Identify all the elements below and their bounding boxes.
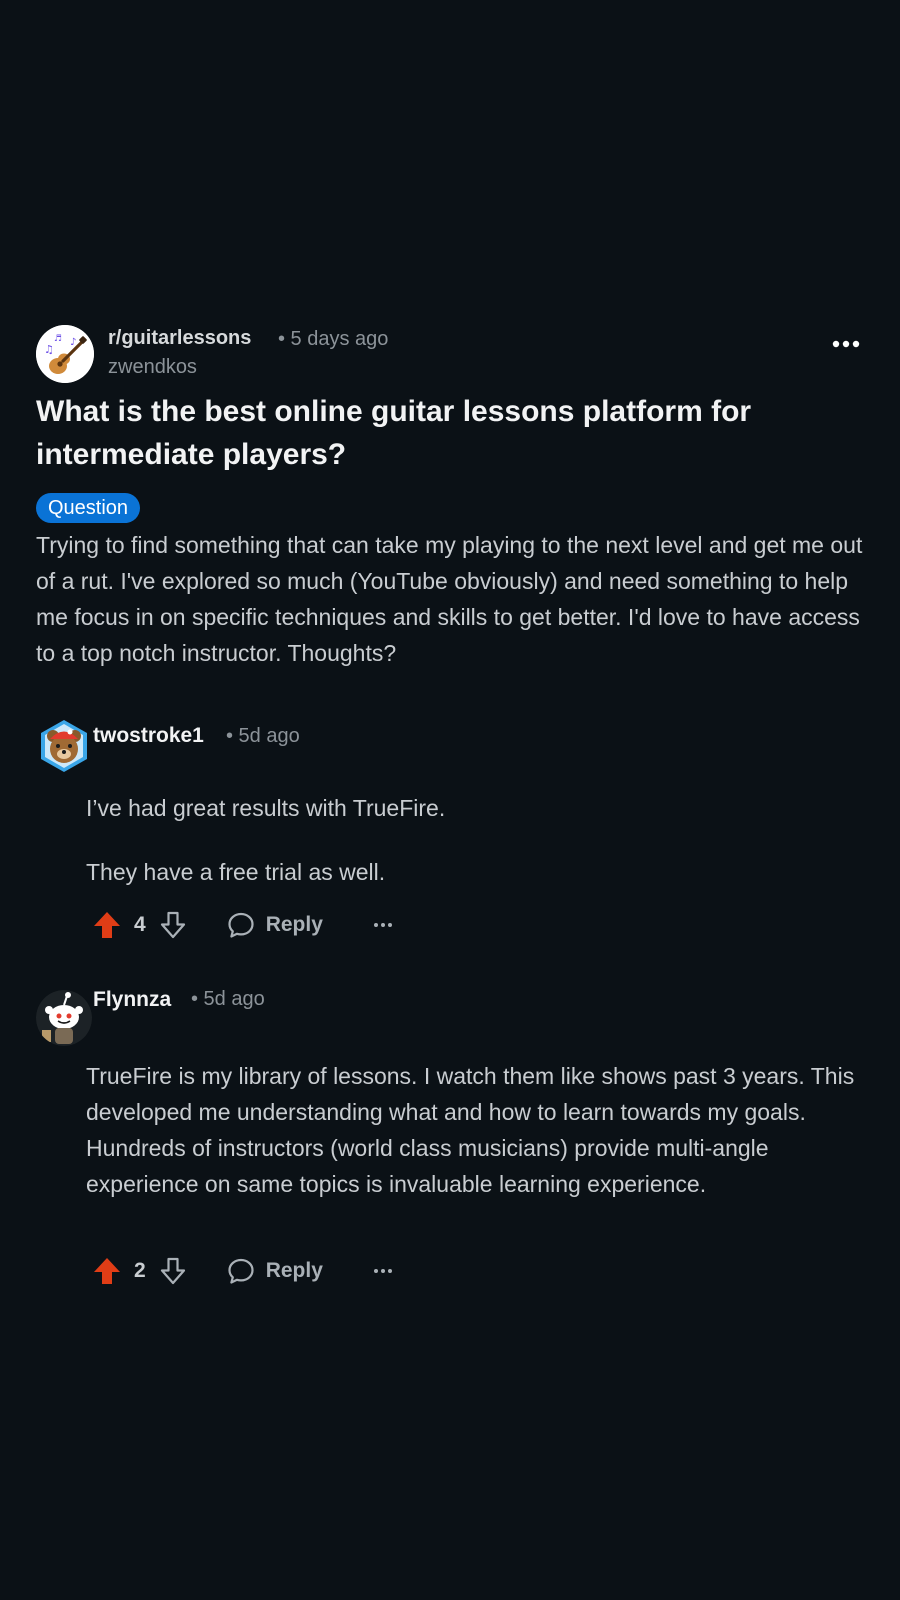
- ellipsis-icon: [373, 923, 392, 927]
- post-title[interactable]: What is the best online guitar lessons p…: [36, 390, 856, 476]
- upvote-button[interactable]: [92, 910, 122, 940]
- upvote-filled-icon: [94, 912, 120, 938]
- subreddit-avatar[interactable]: ♫ ♪ ♬: [36, 325, 94, 383]
- post-author[interactable]: zwendkos: [108, 356, 197, 379]
- comment-username[interactable]: twostroke1: [93, 724, 204, 748]
- post-timestamp: • 5 days ago: [278, 328, 389, 350]
- comment-paragraph: TrueFire is my library of lessons. I wat…: [86, 1063, 855, 1197]
- speech-bubble-icon: [228, 912, 254, 938]
- comment-body: I’ve had great results with TrueFire. Th…: [86, 790, 866, 918]
- subreddit-name[interactable]: r/guitarlessons: [108, 327, 251, 350]
- comment-avatar[interactable]: [36, 990, 92, 1046]
- comment-username[interactable]: Flynnza: [93, 988, 171, 1012]
- post-flair[interactable]: Question: [36, 493, 141, 523]
- downvote-outline-icon: [160, 1257, 185, 1285]
- snoo-avatar-icon: [36, 990, 92, 1046]
- downvote-button[interactable]: [158, 910, 188, 940]
- svg-text:♫: ♫: [44, 343, 54, 356]
- comment-paragraph: I’ve had great results with TrueFire.: [86, 795, 446, 821]
- comment-timestamp: • 5d ago: [191, 988, 265, 1010]
- post-body: Trying to find something that can take m…: [36, 532, 863, 666]
- reply-label: Reply: [265, 1259, 323, 1282]
- ellipsis-icon: [832, 340, 860, 348]
- reply-label: Reply: [265, 913, 323, 936]
- comment-more-options-button[interactable]: [373, 1267, 393, 1275]
- vote-count: 2: [134, 1259, 146, 1282]
- bear-avatar-icon: [41, 720, 87, 772]
- downvote-button[interactable]: [158, 1256, 188, 1286]
- comment-paragraph: They have a free trial as well.: [86, 859, 386, 885]
- guitar-icon: ♫ ♪ ♬: [36, 325, 94, 383]
- downvote-outline-icon: [160, 911, 185, 939]
- comment-body: TrueFire is my library of lessons. I wat…: [86, 1058, 866, 1230]
- comment-avatar[interactable]: [36, 718, 92, 774]
- comment-more-options-button[interactable]: [373, 921, 393, 929]
- comment-timestamp: • 5d ago: [226, 725, 300, 747]
- comment-actions: 2 Reply: [92, 1253, 393, 1289]
- upvote-filled-icon: [94, 1258, 120, 1284]
- reply-button[interactable]: Reply: [226, 1256, 323, 1286]
- comment-actions: 4 Reply: [92, 907, 393, 943]
- speech-bubble-icon: [228, 1258, 254, 1284]
- vote-count: 4: [134, 913, 146, 936]
- ellipsis-icon: [373, 1269, 392, 1273]
- reply-button[interactable]: Reply: [226, 910, 323, 940]
- svg-text:♬: ♬: [54, 334, 62, 344]
- upvote-button[interactable]: [92, 1256, 122, 1286]
- post-more-options-button[interactable]: [832, 336, 860, 348]
